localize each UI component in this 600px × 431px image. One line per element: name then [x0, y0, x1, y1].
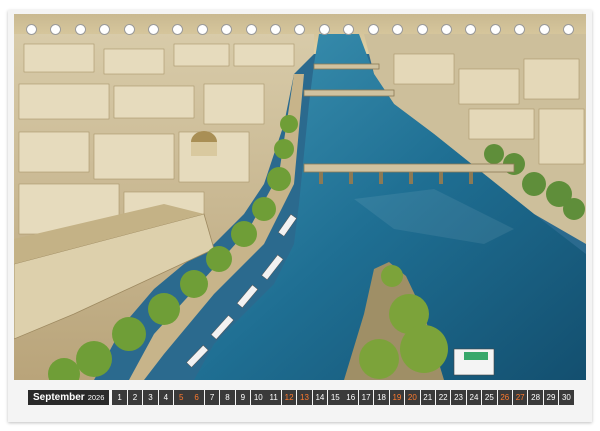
day-cell: 15	[328, 389, 343, 405]
day-cells: 1 2 3 4 5 6 7 8 9 10 11 12 13 14 15 16 17 18 19 20 21 22 23 24 2…	[112, 389, 574, 405]
day-cell: 14	[312, 389, 328, 405]
month-name: September	[33, 391, 85, 403]
binding-ring-icon	[440, 24, 452, 35]
calendar-photo	[14, 14, 586, 380]
binding-ring-icon	[318, 24, 330, 35]
binding-ring-icon	[123, 24, 135, 35]
calendar-page: September 2026 1 2 3 4 5 6 7 8 9 10 11 12 13 14 15 16 17…	[0, 0, 600, 431]
day-cell: 25	[482, 389, 497, 405]
day-cell: 24	[466, 389, 482, 405]
day-cell: 28	[528, 389, 543, 405]
day-cell: 2	[127, 389, 143, 405]
day-cell: 9	[235, 389, 251, 405]
day-cell: 10	[251, 389, 266, 405]
binding-ring-icon	[562, 24, 574, 35]
day-cell: 12	[281, 389, 297, 405]
binding-ring-icon	[74, 24, 86, 35]
day-cell: 7	[204, 389, 220, 405]
binding-ring-icon	[416, 24, 428, 35]
day-cell: 27	[512, 389, 528, 405]
day-cell: 8	[220, 389, 235, 405]
binding-ring-icon	[270, 24, 282, 35]
day-cell: 26	[497, 389, 513, 405]
binding-ring-icon	[343, 24, 355, 35]
day-cell: 20	[405, 389, 420, 405]
year-label: 2026	[87, 392, 105, 402]
binding-ring-icon	[99, 24, 111, 35]
day-cell: 4	[158, 389, 174, 405]
day-cell: 22	[435, 389, 451, 405]
calendar-date-strip: September 2026 1 2 3 4 5 6 7 8 9 10 11 12 13 14 15 16 17…	[28, 389, 574, 405]
binding-ring-icon	[221, 24, 233, 35]
day-cell: 6	[189, 389, 204, 405]
day-cell: 17	[358, 389, 374, 405]
day-cell: 3	[143, 389, 158, 405]
day-cell: 11	[266, 389, 281, 405]
binding-ring-icon	[538, 24, 550, 35]
spiral-binding	[14, 24, 586, 40]
binding-ring-icon	[367, 24, 379, 35]
day-cell: 13	[297, 389, 312, 405]
day-cell: 19	[389, 389, 405, 405]
day-cell: 18	[374, 389, 389, 405]
binding-ring-icon	[148, 24, 160, 35]
binding-ring-icon	[196, 24, 208, 35]
binding-ring-icon	[465, 24, 477, 35]
day-cell: 30	[559, 389, 574, 405]
binding-ring-icon	[392, 24, 404, 35]
binding-ring-icon	[245, 24, 257, 35]
day-cell: 21	[420, 389, 435, 405]
day-cell: 5	[174, 389, 189, 405]
month-label: September 2026	[28, 389, 110, 405]
day-cell: 23	[451, 389, 466, 405]
binding-ring-icon	[172, 24, 184, 35]
day-cell: 1	[112, 389, 127, 405]
binding-ring-icon	[294, 24, 306, 35]
day-cell: 29	[543, 389, 559, 405]
binding-ring-icon	[514, 24, 526, 35]
binding-ring-icon	[26, 24, 37, 35]
day-cell: 16	[343, 389, 358, 405]
binding-ring-icon	[50, 24, 62, 35]
binding-ring-icon	[489, 24, 501, 35]
